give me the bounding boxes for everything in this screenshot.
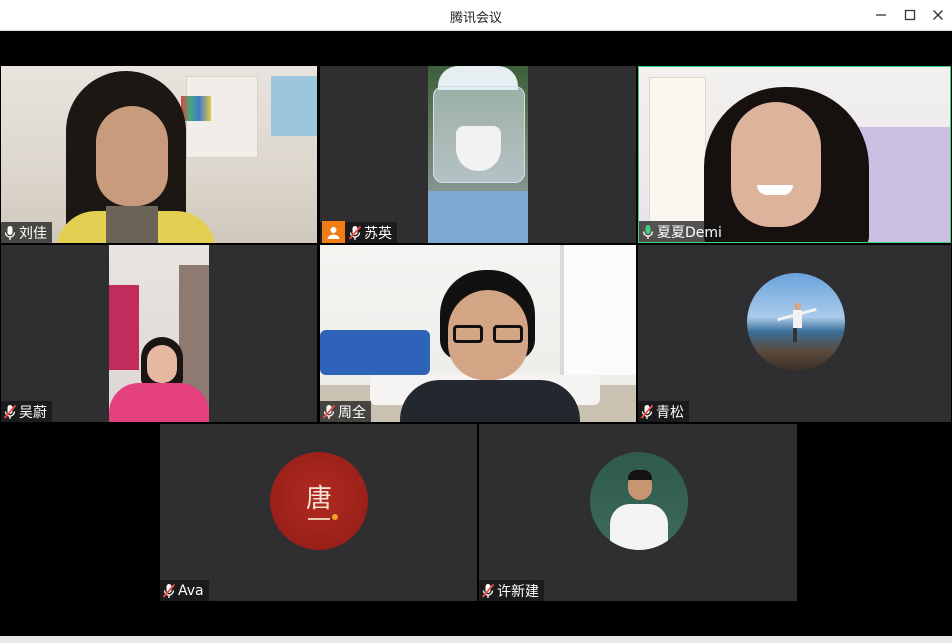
participant-video bbox=[428, 66, 528, 243]
close-button[interactable] bbox=[927, 5, 949, 25]
microphone-muted-icon bbox=[640, 404, 654, 419]
participant-tile-ava[interactable]: 唐 Ava bbox=[160, 424, 477, 601]
participant-tile-liujia[interactable]: 刘佳 bbox=[1, 66, 317, 243]
participant-name: 夏夏Demi bbox=[657, 224, 722, 241]
participant-name-label: 青松 bbox=[638, 401, 689, 422]
microphone-icon bbox=[4, 225, 16, 240]
participant-name-label: 许新建 bbox=[479, 580, 544, 601]
microphone-muted-icon bbox=[322, 404, 336, 419]
maximize-icon bbox=[904, 9, 916, 21]
participant-name-label: 夏夏Demi bbox=[639, 221, 727, 242]
participant-tile-xiaxia-demi[interactable]: 夏夏Demi bbox=[638, 66, 951, 243]
participant-tile-wuwei[interactable]: 吴蔚 bbox=[1, 245, 317, 422]
user-avatar-icon bbox=[322, 221, 345, 243]
video-grid: 刘佳 苏英 夏夏Demi 吴蔚 周全 青松 唐 Ava 许新建 bbox=[0, 31, 952, 643]
participant-name: 许新建 bbox=[497, 583, 539, 600]
avatar bbox=[590, 452, 688, 550]
close-icon bbox=[933, 10, 943, 20]
participant-tile-zhouquan[interactable]: 周全 bbox=[320, 245, 636, 422]
participant-name: Ava bbox=[178, 582, 204, 599]
microphone-muted-icon bbox=[481, 583, 495, 598]
maximize-button[interactable] bbox=[899, 5, 921, 25]
participant-name-label: Ava bbox=[160, 580, 209, 601]
microphone-muted-icon bbox=[3, 404, 17, 419]
microphone-muted-icon bbox=[348, 225, 362, 240]
minimize-button[interactable] bbox=[870, 5, 892, 25]
participant-tile-qingsong[interactable]: 青松 bbox=[638, 245, 951, 422]
bottom-bar bbox=[0, 636, 952, 643]
title-bar: 腾讯会议 bbox=[0, 0, 952, 31]
participant-name: 苏英 bbox=[364, 225, 392, 242]
participant-video bbox=[320, 245, 636, 422]
participant-name: 吴蔚 bbox=[19, 404, 47, 421]
participant-name-label: 吴蔚 bbox=[1, 401, 52, 422]
participant-video bbox=[1, 66, 317, 243]
logo-glyph: 唐 bbox=[305, 484, 332, 514]
participant-tile-xuxinjian[interactable]: 许新建 bbox=[479, 424, 797, 601]
participant-name-label: 刘佳 bbox=[1, 222, 52, 243]
avatar: 唐 bbox=[270, 452, 368, 550]
participant-tile-suying[interactable]: 苏英 bbox=[320, 66, 636, 243]
participant-name: 刘佳 bbox=[19, 225, 47, 242]
window-title: 腾讯会议 bbox=[449, 11, 502, 26]
microphone-active-icon bbox=[642, 224, 654, 239]
participant-name-label: 苏英 bbox=[320, 221, 397, 243]
participant-name: 周全 bbox=[338, 404, 366, 421]
participant-name-label: 周全 bbox=[320, 401, 371, 422]
microphone-muted-icon bbox=[162, 583, 176, 598]
participant-video bbox=[109, 245, 209, 422]
avatar bbox=[747, 273, 845, 371]
minimize-icon bbox=[876, 14, 886, 16]
participant-video bbox=[639, 67, 950, 242]
participant-name: 青松 bbox=[656, 404, 684, 421]
